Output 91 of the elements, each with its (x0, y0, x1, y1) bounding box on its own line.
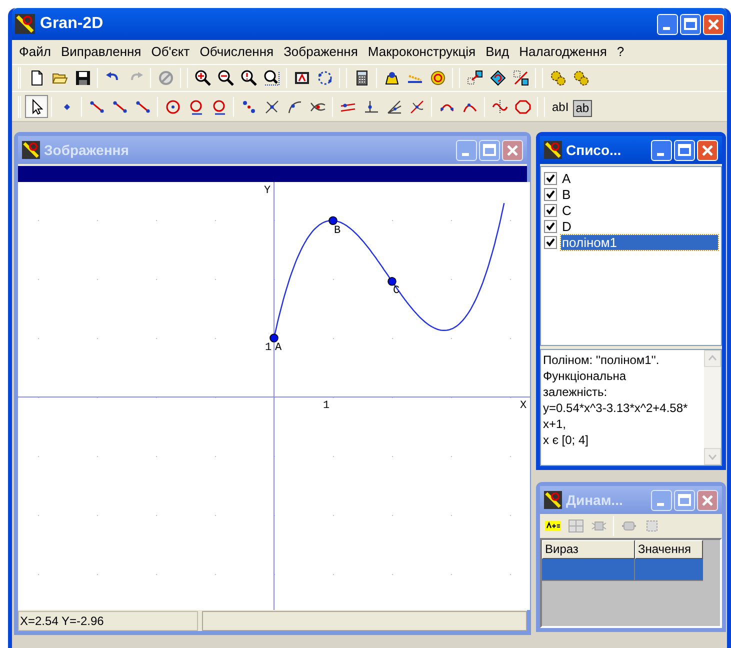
point-marker (328, 216, 338, 225)
magnifier-icon (240, 70, 256, 86)
column-header[interactable]: Значення (635, 540, 703, 559)
calculator-icon (354, 70, 370, 86)
app-logo-icon (22, 141, 40, 159)
close-icon (708, 18, 719, 30)
minimize-icon (657, 152, 664, 156)
polygon-icon (514, 98, 530, 114)
point-marker (270, 334, 278, 342)
object-list-item[interactable]: B (561, 186, 572, 202)
object-list-item[interactable]: D (561, 218, 572, 234)
menu-item[interactable]: Вид (480, 41, 514, 63)
close-icon (702, 144, 713, 156)
window-title: Gran-2D (40, 14, 104, 34)
window-title: Списо... (566, 140, 622, 160)
close-icon (507, 144, 518, 156)
object-list-item[interactable]: C (561, 202, 572, 218)
maximize-icon (678, 494, 691, 506)
point-label: A (275, 342, 282, 354)
menu-item[interactable]: Налагодження (514, 41, 612, 63)
menu-item[interactable]: Файл (14, 41, 56, 63)
maximize-icon (684, 18, 697, 30)
app-logo-icon (544, 141, 562, 159)
new-file-icon (28, 70, 44, 86)
wave-icon (492, 98, 508, 114)
maximize-icon (483, 144, 496, 156)
save-icon (74, 70, 90, 86)
close-icon (702, 494, 713, 506)
checkbox[interactable] (544, 188, 557, 200)
object-list-item[interactable]: поліном1 (561, 234, 718, 250)
point-label: B (334, 224, 341, 237)
point-marker (388, 276, 396, 286)
window-title: Динам... (566, 490, 624, 510)
info-text-line: y=0.54*x^3-3.13*x^2+4.58* (543, 400, 689, 416)
segment-icon (88, 98, 104, 114)
column-header[interactable]: Вираз (542, 540, 635, 559)
menu-item[interactable]: Об'єкт (146, 41, 195, 63)
minimize-icon (663, 26, 670, 30)
reflect-square-icon (512, 70, 528, 86)
move-square-icon (466, 70, 482, 86)
two-points-icon (240, 98, 256, 114)
menu-item[interactable]: Макроконструкція (362, 41, 481, 63)
menu-item[interactable]: ? (612, 41, 630, 63)
angle-bisector-icon (386, 98, 402, 114)
checkbox[interactable] (544, 172, 557, 184)
checkbox[interactable] (544, 220, 557, 232)
app-logo-icon (544, 491, 562, 509)
minimize-icon (462, 152, 469, 156)
maximize-icon (678, 144, 691, 156)
gears-icon (550, 70, 566, 86)
point-label: C (393, 285, 400, 298)
menu-item[interactable]: Зображення (278, 41, 363, 63)
checkbox[interactable] (544, 236, 557, 248)
info-text-line: залежність: (543, 384, 608, 400)
gears-icon (572, 70, 588, 86)
info-text-line: Функціональна (543, 368, 628, 384)
segment-icon (112, 98, 128, 114)
crossing-lines-icon (264, 98, 280, 114)
object-list-item[interactable]: A (561, 170, 572, 186)
info-text-line: x+1, (543, 416, 568, 432)
info-text-line: x є [0; 4] (543, 432, 590, 448)
close-button[interactable] (697, 490, 718, 510)
status-bar-coordinates: X=2.54 Y=-2.96 (18, 611, 198, 631)
menu-item[interactable]: Виправлення (56, 41, 146, 63)
segment-icon (134, 98, 150, 114)
menu-item[interactable]: Обчислення (194, 41, 279, 63)
perpendicular-icon (362, 98, 378, 114)
cursor-arrow-tool[interactable] (25, 95, 48, 118)
checkbox[interactable] (544, 204, 557, 216)
arc-icon (286, 98, 302, 114)
zoom-fit-icon (264, 70, 280, 86)
tick-label: 1 (323, 400, 330, 412)
minimize-icon (657, 502, 664, 506)
text-label-tool[interactable]: abI (548, 95, 573, 118)
coin-icon (430, 70, 446, 86)
close-button[interactable] (502, 140, 523, 160)
tangent-icon (408, 98, 424, 114)
axis-label: Y (264, 185, 271, 197)
text-field-tool[interactable]: ab (572, 100, 592, 116)
rotate-dots-icon (316, 70, 332, 86)
tick-label: 1 (265, 342, 272, 354)
slashed-circle-icon (158, 70, 174, 86)
formula-icon (544, 518, 560, 534)
window-title: Зображення (44, 140, 130, 160)
zoom-out-icon (218, 70, 234, 86)
info-text-line: Поліном: ''поліном1''. (543, 352, 660, 368)
axis-label: X (520, 400, 527, 412)
app-logo-icon (15, 14, 35, 34)
zoom-in-icon (194, 70, 210, 86)
circle-icon (164, 98, 180, 114)
drawing-canvas[interactable]: Y B C 1 A 1 X (18, 182, 530, 610)
